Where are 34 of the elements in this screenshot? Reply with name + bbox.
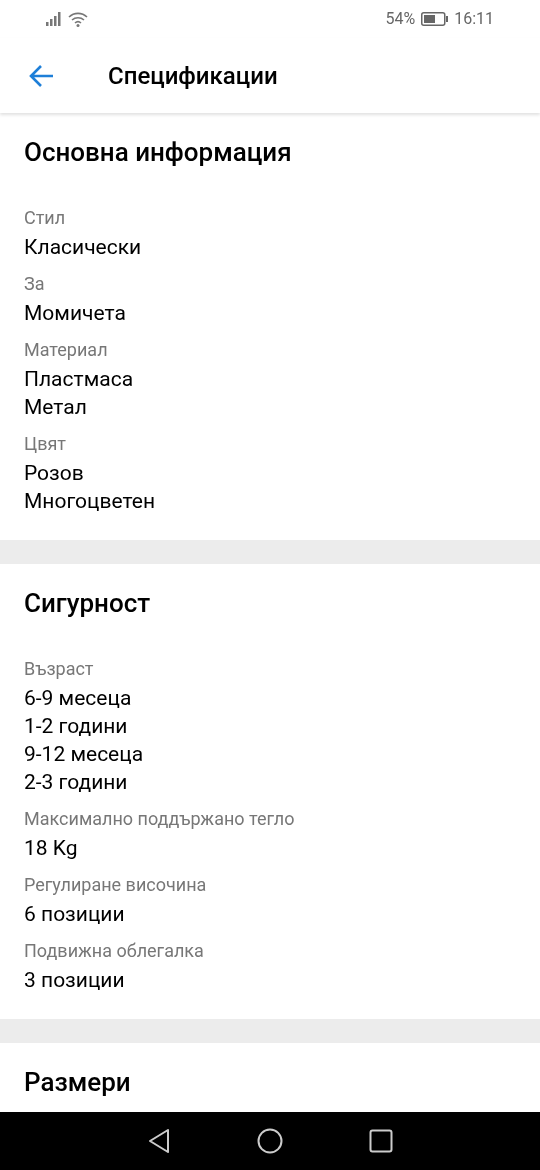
section-title: Основна информация (24, 136, 293, 169)
section-title: Сигурност (24, 587, 152, 620)
spec-label: Цвят (24, 432, 67, 456)
spec-value: 6-9 месеца (24, 685, 133, 712)
spec-label: Регулиране височина (24, 873, 208, 897)
spec-value: Момичета (24, 300, 127, 327)
spec-label: Възраст (24, 657, 95, 681)
spec-value: Метал (24, 394, 88, 421)
section-title: Размери (24, 1066, 132, 1099)
spec-label: Подвижна облегалка (24, 939, 205, 963)
nav-home-button[interactable] (257, 1128, 283, 1154)
spec-value: Многоцветен (24, 488, 156, 515)
spec-label: За (24, 272, 46, 296)
spec-value: 18 Kg (24, 835, 79, 862)
spec-value: Розов (24, 460, 85, 487)
spec-value: 1-2 години (24, 713, 129, 740)
back-arrow-icon (29, 63, 55, 88)
spec-label: Материал (24, 338, 109, 362)
spec-value: Класически (24, 234, 143, 261)
battery-percent: 54% (385, 8, 416, 30)
spec-value: 6 позиции (24, 901, 126, 928)
nav-back-button[interactable] (147, 1128, 171, 1154)
nav-recents-button[interactable] (369, 1129, 393, 1153)
spec-value: 3 позиции (24, 967, 126, 994)
battery-icon (421, 12, 449, 26)
spec-value: 9-12 месеца (24, 741, 145, 768)
page-title: Спецификации (108, 60, 278, 92)
spec-value: 2-3 години (24, 769, 129, 796)
clock-time: 16:11 (454, 8, 494, 30)
spec-label: Стил (24, 206, 67, 230)
spec-label: Максимално поддържано тегло (24, 807, 296, 831)
wifi-icon (68, 11, 88, 27)
signal-icon (46, 12, 64, 26)
spec-value: Пластмаса (24, 366, 135, 393)
